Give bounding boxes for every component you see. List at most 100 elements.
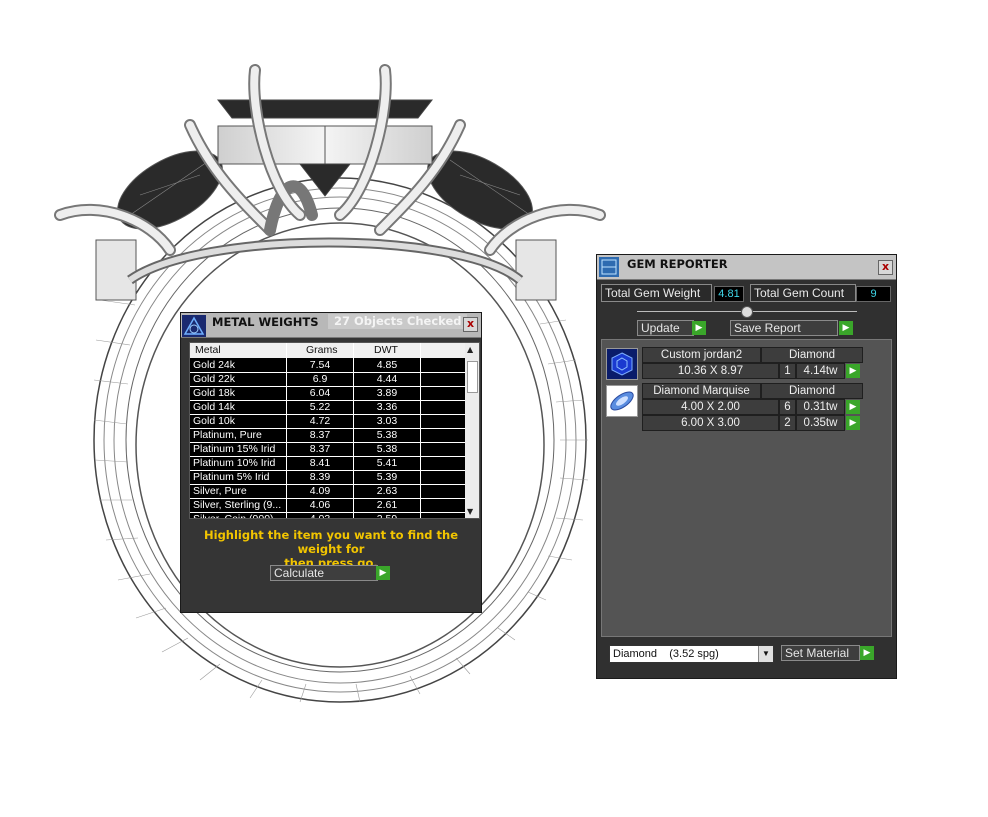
- update-go-icon[interactable]: ▶: [692, 321, 706, 335]
- metal-name-cell: Silver, Coin (900): [193, 513, 274, 519]
- dwt-cell: 2.61: [376, 499, 398, 511]
- table-row[interactable]: Gold 10k 4.72 3.03: [190, 415, 465, 429]
- marquise-gem-icon: [606, 385, 638, 417]
- dwt-cell: 2.63: [376, 485, 398, 497]
- metal-weights-titlebar[interactable]: METAL WEIGHTS 27 Objects Checked x: [181, 313, 481, 338]
- grams-cell: 8.41: [309, 457, 331, 469]
- close-icon[interactable]: x: [463, 317, 478, 332]
- dwt-cell: 4.85: [376, 359, 398, 371]
- grams-cell: 6.04: [309, 387, 331, 399]
- gem-size-cell[interactable]: 10.36 X 8.97: [642, 363, 779, 379]
- report-slider-handle[interactable]: [741, 306, 753, 318]
- close-icon[interactable]: x: [878, 260, 893, 275]
- dwt-cell: 5.39: [376, 471, 398, 483]
- set-material-button[interactable]: Set Material: [781, 645, 860, 661]
- table-row[interactable]: Gold 14k 5.22 3.36: [190, 401, 465, 415]
- metal-name-cell: Silver, Sterling (9...: [193, 499, 282, 511]
- calculate-go-icon[interactable]: ▶: [376, 566, 390, 580]
- table-row[interactable]: Platinum 15% Irid 8.37 5.38: [190, 443, 465, 457]
- table-row[interactable]: Gold 22k 6.9 4.44: [190, 373, 465, 387]
- dwt-cell: 2.59: [376, 513, 398, 519]
- metal-name-cell: Gold 22k: [193, 373, 236, 385]
- gem-count-cell[interactable]: 1: [779, 363, 796, 379]
- dwt-cell: 4.44: [376, 373, 398, 385]
- gem-name-cell[interactable]: Custom jordan2: [642, 347, 761, 363]
- save-report-go-icon[interactable]: ▶: [839, 321, 853, 335]
- dwt-cell: 3.36: [376, 401, 398, 413]
- gem-row-go-icon[interactable]: ▶: [846, 400, 860, 414]
- table-row[interactable]: Silver, Coin (900) 4.03 2.59: [190, 513, 465, 519]
- metal-weights-logo-icon: [182, 315, 206, 337]
- table-header: Metal Grams DWT: [190, 343, 465, 358]
- calculate-button[interactable]: Calculate: [270, 565, 378, 581]
- table-row[interactable]: Silver, Sterling (9... 4.06 2.61: [190, 499, 465, 513]
- gem-row-go-icon[interactable]: ▶: [846, 416, 860, 430]
- gem-tw-cell[interactable]: 0.35tw: [796, 415, 845, 431]
- total-gem-weight-label: Total Gem Weight: [601, 284, 712, 302]
- gem-tw-cell[interactable]: 4.14tw: [796, 363, 845, 379]
- gem-reporter-titlebar[interactable]: GEM REPORTER x: [597, 255, 896, 280]
- column-header-metal[interactable]: Metal: [195, 344, 221, 356]
- grams-cell: 5.22: [309, 401, 331, 413]
- grams-cell: 8.39: [309, 471, 331, 483]
- gem-list[interactable]: Custom jordan2 Diamond 10.36 X 8.97 1 4.…: [601, 339, 892, 637]
- scroll-thumb[interactable]: [467, 361, 478, 393]
- grams-cell: 4.09: [309, 485, 331, 497]
- chevron-down-icon[interactable]: ▼: [758, 646, 773, 662]
- total-gem-weight-value: 4.81: [714, 286, 744, 302]
- gem-size-cell[interactable]: 4.00 X 2.00: [642, 399, 779, 415]
- metal-name-cell: Platinum 5% Irid: [193, 471, 270, 483]
- dwt-cell: 5.41: [376, 457, 398, 469]
- table-row[interactable]: Platinum, Pure 8.37 5.38: [190, 429, 465, 443]
- material-select[interactable]: Diamond (3.52 spg) ▼: [609, 645, 774, 663]
- gem-tw-cell[interactable]: 0.31tw: [796, 399, 845, 415]
- table-scrollbar[interactable]: ▲ ▼: [465, 343, 479, 518]
- set-material-go-icon[interactable]: ▶: [860, 646, 874, 660]
- metal-weights-table[interactable]: Metal Grams DWT Gold 24k 7.54 4.85 Gold 22k…: [189, 342, 480, 519]
- metal-name-cell: Platinum 15% Irid: [193, 443, 276, 455]
- gem-reporter-panel: GEM REPORTER x Total Gem Weight 4.81 Tot…: [596, 254, 897, 679]
- material-select-value: Diamond (3.52 spg): [613, 648, 719, 660]
- metal-name-cell: Gold 24k: [193, 359, 236, 371]
- gem-name-cell[interactable]: Diamond Marquise: [642, 383, 761, 399]
- gem-size-cell[interactable]: 6.00 X 3.00: [642, 415, 779, 431]
- grams-cell: 6.9: [312, 373, 328, 385]
- instruction-line-1: Highlight the item you want to find the …: [204, 528, 458, 556]
- metal-name-cell: Platinum 10% Irid: [193, 457, 276, 469]
- dwt-cell: 3.03: [376, 415, 398, 427]
- table-row[interactable]: Gold 24k 7.54 4.85: [190, 359, 465, 373]
- column-header-dwt[interactable]: DWT: [374, 344, 398, 356]
- table-row[interactable]: Platinum 10% Irid 8.41 5.41: [190, 457, 465, 471]
- grams-cell: 8.37: [309, 443, 331, 455]
- gem-count-cell[interactable]: 6: [779, 399, 796, 415]
- metal-name-cell: Silver, Pure: [193, 485, 247, 497]
- update-button[interactable]: Update: [637, 320, 694, 336]
- gem-reporter-title: GEM REPORTER: [627, 257, 728, 271]
- instruction-text: Highlight the item you want to find the …: [181, 528, 481, 570]
- metal-name-cell: Platinum, Pure: [193, 429, 262, 441]
- gem-count-cell[interactable]: 2: [779, 415, 796, 431]
- table-row[interactable]: Gold 18k 6.04 3.89: [190, 387, 465, 401]
- metal-weights-panel: METAL WEIGHTS 27 Objects Checked x Metal…: [180, 312, 482, 613]
- gem-material-cell[interactable]: Diamond: [761, 347, 863, 363]
- table-row[interactable]: Platinum 5% Irid 8.39 5.39: [190, 471, 465, 485]
- save-report-button[interactable]: Save Report: [730, 320, 838, 336]
- grams-cell: 8.37: [309, 429, 331, 441]
- gem-reporter-logo-icon: [599, 257, 619, 277]
- gem-row-go-icon[interactable]: ▶: [846, 364, 860, 378]
- total-gem-count-label: Total Gem Count: [750, 284, 856, 302]
- objects-checked-label: 27 Objects Checked: [328, 314, 467, 329]
- scroll-down-icon[interactable]: ▼: [467, 507, 473, 516]
- metal-rows: Gold 24k 7.54 4.85 Gold 22k 6.9 4.44 Gold 18k 6…: [190, 359, 465, 519]
- dwt-cell: 5.38: [376, 443, 398, 455]
- grams-cell: 4.03: [309, 513, 331, 519]
- metal-weights-title: METAL WEIGHTS: [212, 315, 319, 329]
- table-row[interactable]: Silver, Pure 4.09 2.63: [190, 485, 465, 499]
- scroll-up-icon[interactable]: ▲: [467, 345, 473, 354]
- grams-cell: 7.54: [309, 359, 331, 371]
- grams-cell: 4.72: [309, 415, 331, 427]
- gem-material-cell[interactable]: Diamond: [761, 383, 863, 399]
- grams-cell: 4.06: [309, 499, 331, 511]
- column-header-grams[interactable]: Grams: [306, 344, 338, 356]
- dwt-cell: 5.38: [376, 429, 398, 441]
